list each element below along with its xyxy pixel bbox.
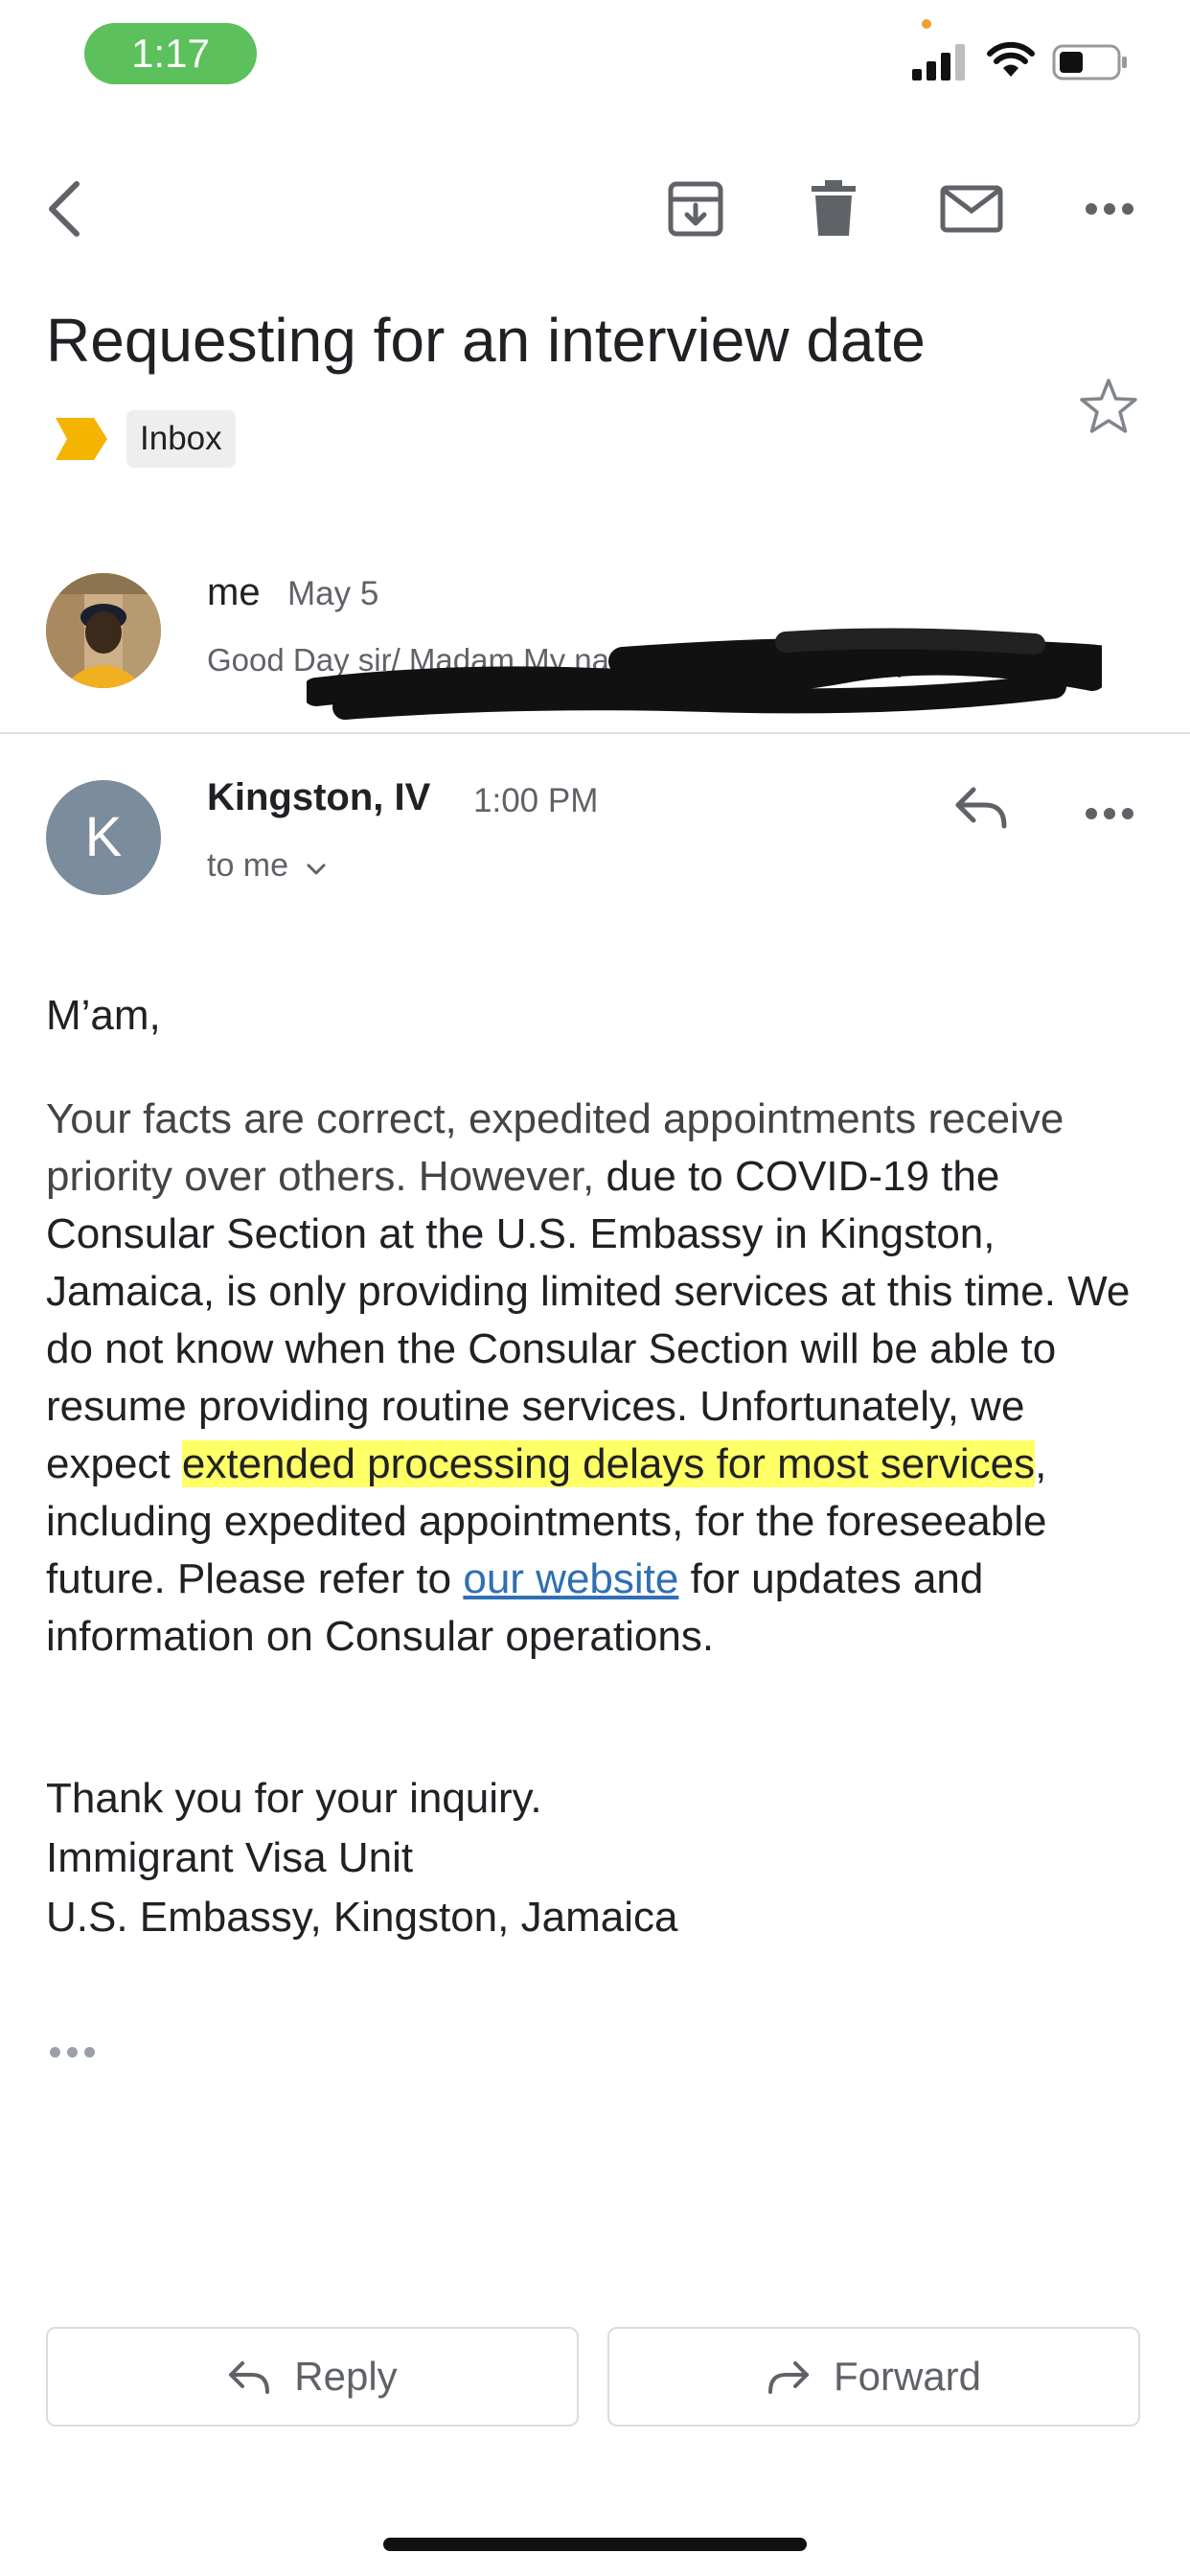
website-link[interactable]: our website [463, 1555, 678, 1602]
more-icon[interactable] [1073, 172, 1146, 245]
privacy-indicator-dot [922, 19, 931, 29]
chevron-down-icon [307, 863, 325, 875]
body-main-text: due to COVID-19 the Consular Section at … [46, 1153, 1131, 1487]
recipient-label: to me [207, 847, 289, 884]
sender-name[interactable]: Kingston, IV [207, 776, 430, 819]
signature-line-3: U.S. Embassy, Kingston, Jamaica [46, 1894, 678, 1941]
signature: Thank you for your inquiry. Immigrant Vi… [46, 1769, 1148, 1947]
mark-unread-icon[interactable] [935, 172, 1008, 245]
body-greeting: M’am, [46, 992, 161, 1039]
avatar[interactable] [46, 573, 161, 688]
inbox-label[interactable]: Inbox [126, 410, 236, 468]
message-more-icon[interactable] [1085, 807, 1134, 825]
battery-icon [1052, 44, 1127, 80]
forward-arrow-icon [767, 2361, 809, 2394]
reply-icon[interactable] [952, 784, 1010, 837]
archive-icon[interactable] [659, 172, 732, 245]
forward-button-label: Forward [833, 2354, 982, 2399]
importance-marker-icon[interactable] [56, 418, 107, 460]
back-icon[interactable] [29, 172, 102, 245]
show-trimmed-content-button[interactable] [50, 2045, 102, 2062]
body-paragraph: Your facts are correct, expedited appoin… [46, 1091, 1148, 1666]
signature-line-1: Thank you for your inquiry. [46, 1775, 542, 1822]
reply-button[interactable]: Reply [46, 2327, 579, 2426]
reply-arrow-icon [229, 2361, 270, 2394]
redaction-scribble [307, 628, 1102, 720]
star-icon[interactable] [1079, 378, 1138, 435]
reply-button-label: Reply [294, 2354, 398, 2399]
collapsed-date: May 5 [287, 575, 379, 612]
collapsed-sender: me [207, 571, 261, 613]
home-indicator[interactable] [383, 2538, 807, 2551]
sender-avatar[interactable]: K [46, 780, 161, 895]
body-highlight: extended processing delays for most serv… [181, 1440, 1036, 1487]
delete-icon[interactable] [797, 172, 870, 245]
email-subject: Requesting for an interview date [46, 306, 926, 375]
wifi-icon [987, 41, 1035, 77]
status-time: 1:17 [84, 23, 257, 84]
recipient-details[interactable]: to me [207, 847, 327, 885]
signal-icon [912, 44, 965, 80]
thread-divider [0, 732, 1190, 734]
forward-button[interactable]: Forward [607, 2327, 1140, 2426]
signature-line-2: Immigrant Visa Unit [46, 1834, 414, 1881]
message-time: 1:00 PM [473, 782, 599, 819]
